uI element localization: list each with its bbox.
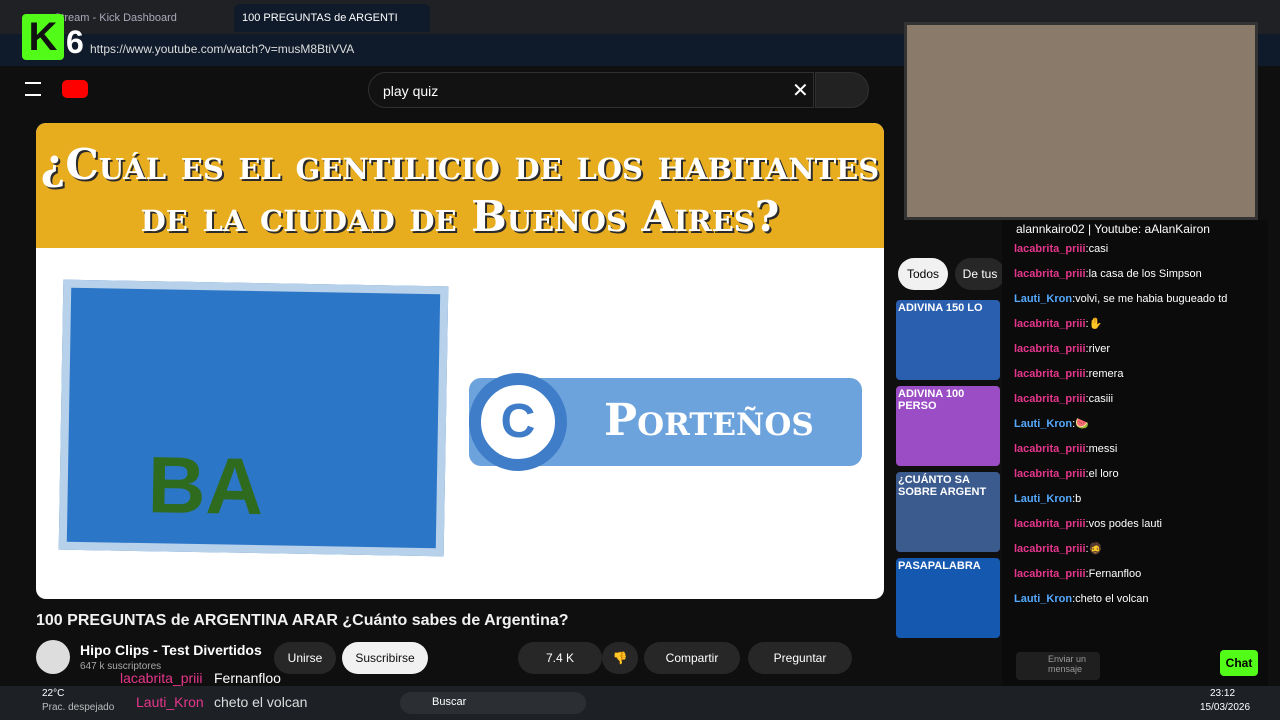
- tab-youtube[interactable]: 100 PREGUNTAS de ARGENTI: [234, 4, 430, 32]
- recommended-list: ADIVINA 150 LO ADIVINA 100 PERSO ¿CUÁNTO…: [896, 300, 1002, 720]
- chat-text: remera: [1088, 367, 1124, 380]
- chat-message: lacabrita_priii: river: [1014, 342, 1110, 355]
- chat-message: lacabrita_priii: messi: [1014, 442, 1118, 455]
- answer-letter: C: [469, 373, 567, 471]
- youtube-logo-icon[interactable]: [62, 80, 88, 98]
- channel-avatar[interactable]: [36, 640, 70, 674]
- answer-text: Porteños: [604, 395, 814, 446]
- chat-text: 🧔: [1088, 543, 1103, 555]
- chat-message: Lauti_Kron: cheto el volcan: [1014, 592, 1149, 605]
- overlay-text-2: cheto el volcan: [214, 694, 308, 710]
- filter-all[interactable]: Todos: [898, 258, 948, 290]
- menu-icon[interactable]: [25, 82, 41, 96]
- chat-username[interactable]: lacabrita_priii: [1014, 568, 1086, 580]
- taskbar: 22°C Prac. despejado Lauti_Kron cheto el…: [0, 686, 1280, 720]
- chat-username[interactable]: lacabrita_priii: [1014, 393, 1086, 405]
- video-title: 100 PREGUNTAS de ARGENTINA ARAR ¿Cuánto …: [36, 612, 569, 629]
- chat-button[interactable]: Chat: [1220, 650, 1258, 676]
- chat-message: lacabrita_priii: remera: [1014, 367, 1124, 380]
- weather-text: Prac. despejado: [42, 702, 115, 713]
- chat-text: 🍉: [1075, 418, 1089, 430]
- share-button[interactable]: Compartir: [644, 642, 740, 674]
- chat-username[interactable]: lacabrita_priii: [1014, 368, 1086, 380]
- chat-username[interactable]: Lauti_Kron: [1014, 418, 1072, 430]
- clear-search-icon[interactable]: ✕: [792, 78, 809, 103]
- kick-logo: K: [22, 14, 64, 60]
- chat-message: lacabrita_priii: casiii: [1014, 392, 1114, 405]
- chat-username[interactable]: Lauti_Kron: [1014, 593, 1072, 605]
- chat-input[interactable]: Enviar un mensaje: [1016, 652, 1100, 680]
- ask-button[interactable]: Preguntar: [748, 642, 852, 674]
- dislike-icon[interactable]: 👎: [602, 642, 638, 674]
- chat-text: casi: [1088, 242, 1109, 255]
- chat-username[interactable]: lacabrita_priii: [1014, 268, 1086, 280]
- video-player[interactable]: ¿Cuál es el gentilicio de los habitantes…: [36, 123, 884, 599]
- chat-message: lacabrita_priii: 🧔: [1014, 542, 1103, 556]
- thumb-1[interactable]: ADIVINA 150 LO: [896, 300, 1000, 380]
- chat-text: b: [1075, 492, 1082, 505]
- chat-message: lacabrita_priii: casi: [1014, 242, 1109, 255]
- chat-text: cheto el volcan: [1075, 592, 1149, 605]
- chat-username[interactable]: lacabrita_priii: [1014, 343, 1086, 355]
- chat-text: volvi, se me habia bugueado td: [1075, 292, 1228, 305]
- overlay-user-1: lacabrita_priii: [120, 670, 203, 686]
- thumb-4[interactable]: PASAPALABRA: [896, 558, 1000, 638]
- chat-message: Lauti_Kron: b: [1014, 492, 1082, 505]
- search-button[interactable]: [815, 72, 869, 108]
- chat-text: el loro: [1088, 467, 1119, 480]
- subscribe-button[interactable]: Suscribirse: [342, 642, 428, 674]
- chat-username[interactable]: lacabrita_priii: [1014, 543, 1086, 555]
- clock-date: 15/03/2026: [1200, 702, 1251, 713]
- chat-message: lacabrita_priii: ✋: [1014, 317, 1103, 331]
- channel-name[interactable]: Hipo Clips - Test Divertidos: [80, 642, 262, 658]
- chat-text: la casa de los Simpson: [1088, 267, 1202, 280]
- chat-username[interactable]: lacabrita_priii: [1014, 243, 1086, 255]
- question-text: ¿Cuál es el gentilicio de los habitantes…: [40, 140, 880, 241]
- chat-text: casiii: [1088, 392, 1114, 405]
- weather-temp: 22°C: [42, 688, 65, 699]
- chat-message: lacabrita_priii: Fernanfloo: [1014, 567, 1142, 580]
- chat-username[interactable]: Lauti_Kron: [1014, 493, 1072, 505]
- chat-username[interactable]: lacabrita_priii: [1014, 468, 1086, 480]
- thumb-3[interactable]: ¿CUÁNTO SA SOBRE ARGENT: [896, 472, 1000, 552]
- chat-message: lacabrita_priii: el loro: [1014, 467, 1119, 480]
- kick-counter: 6: [66, 24, 84, 60]
- chat-message: lacabrita_priii: vos podes lauti: [1014, 517, 1162, 530]
- overlay-text-1: Fernanfloo: [214, 670, 281, 686]
- thumb-2[interactable]: ADIVINA 100 PERSO: [896, 386, 1000, 466]
- chat-text: Fernanfloo: [1088, 567, 1142, 580]
- chat-message: Lauti_Kron: 🍉: [1014, 417, 1089, 431]
- chat-message: Lauti_Kron: volvi, se me habia bugueado …: [1014, 292, 1228, 305]
- chat-username[interactable]: lacabrita_priii: [1014, 518, 1086, 530]
- clock-time: 23:12: [1210, 688, 1236, 699]
- chat-message: lacabrita_priii: la casa de los Simpson: [1014, 267, 1202, 280]
- filter-from[interactable]: De tus: [955, 258, 1005, 290]
- search-input[interactable]: play quiz: [368, 72, 814, 108]
- chat-header: alannkairo02 | Youtube: aAlanKairon: [1016, 222, 1210, 236]
- like-button[interactable]: 7.4 K: [518, 642, 602, 674]
- chat-text: ✋: [1088, 318, 1103, 330]
- taskbar-search[interactable]: Buscar: [400, 692, 586, 714]
- chat-text: river: [1088, 342, 1110, 355]
- stream-chat: alannkairo02 | Youtube: aAlanKairon laca…: [1002, 220, 1268, 686]
- chat-username[interactable]: lacabrita_priii: [1014, 443, 1086, 455]
- chat-text: vos podes lauti: [1088, 517, 1162, 530]
- chat-text: messi: [1088, 442, 1118, 455]
- webcam-overlay: [904, 22, 1258, 220]
- join-button[interactable]: Unirse: [274, 642, 336, 674]
- chat-username[interactable]: lacabrita_priii: [1014, 318, 1086, 330]
- url-input[interactable]: https://www.youtube.com/watch?v=musM8Bti…: [90, 42, 354, 56]
- overlay-user-2: Lauti_Kron: [136, 694, 204, 710]
- buenos-aires-photo: BA: [58, 279, 449, 557]
- chat-username[interactable]: Lauti_Kron: [1014, 293, 1072, 305]
